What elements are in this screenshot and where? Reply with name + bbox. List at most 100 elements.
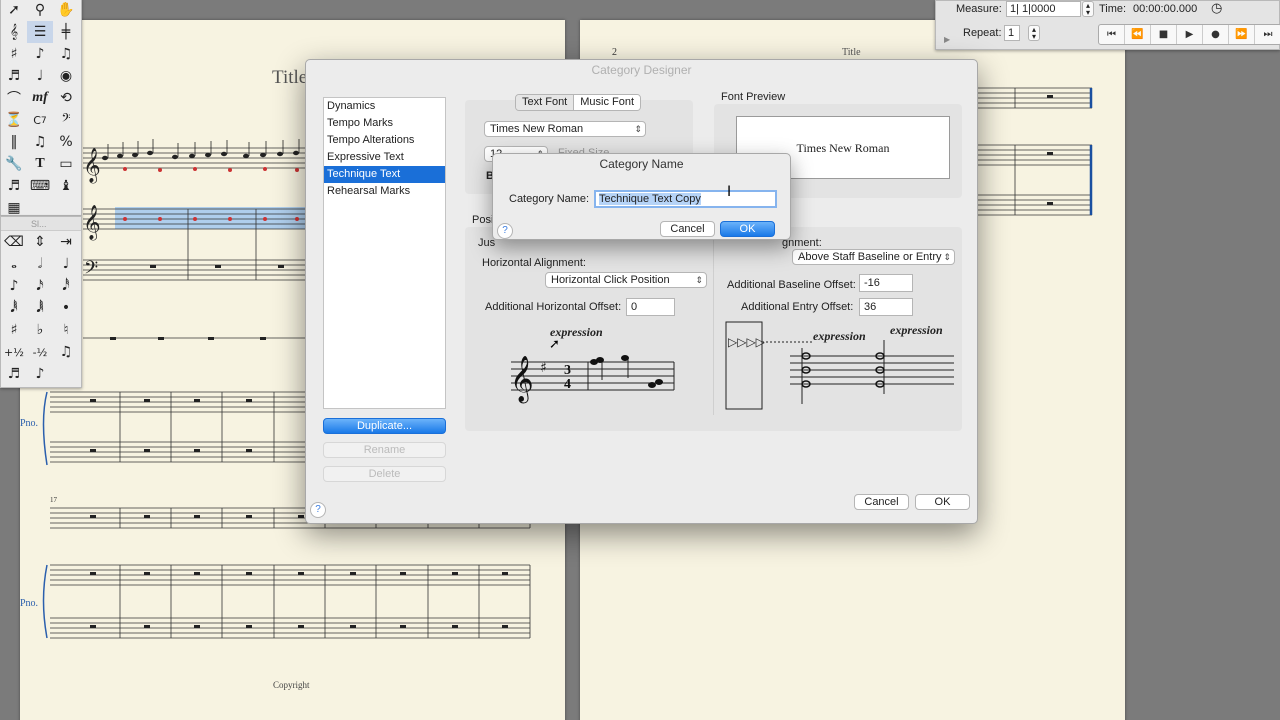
percent-tool-icon[interactable]: % [53,131,79,153]
chevron-updown-icon: ⇕ [695,275,703,285]
natural-icon[interactable]: ♮ [53,319,79,341]
grace-note-icon[interactable]: 𝅘𝅥𝅲 [27,297,53,319]
category-name-input[interactable]: Technique Text Copy [594,190,777,208]
vertical-alignment-value: Above Staff Baseline or Entry [798,251,942,263]
font-tabs: Text Font Music Font [515,94,642,111]
skip-icon[interactable]: ⇥ [53,231,79,253]
additional-entry-offset-field[interactable]: 36 [859,298,913,316]
fast-forward-icon[interactable]: ⏩ [1229,25,1255,44]
transport-buttons: ⏮ ⏪ ■ ▶ ● ⏩ ⏭ [1098,24,1280,45]
additional-entry-offset-label: Additional Entry Offset: [741,301,854,313]
hyperscribe-icon[interactable]: ♝ [53,175,79,197]
staff-lines [83,147,305,169]
expression-tool-icon[interactable]: mf [27,87,53,109]
category-item[interactable]: Dynamics [324,98,445,115]
horizontal-alignment-select[interactable]: Horizontal Click Position ⇕ [545,272,707,288]
arrow-cursor-icon: ➚ [549,337,560,352]
mass-edit-icon[interactable]: ♬ [1,175,27,197]
sixteenth-note-icon[interactable]: 𝅘𝅥𝅯 [27,275,53,297]
key-signature-icon[interactable]: ♯ [1,43,27,65]
measure-number: 17 [50,496,57,504]
category-item[interactable]: Expressive Text [324,149,445,166]
rename-button[interactable]: Rename [323,442,446,458]
category-item[interactable]: Tempo Marks [324,115,445,132]
whole-note-icon[interactable]: 𝅝 [1,253,27,275]
time-signature-icon[interactable]: ♪ [27,43,53,65]
half-note-icon[interactable]: 𝅗𝅥 [27,253,53,275]
sixty-fourth-note-icon[interactable]: 𝅘𝅥𝅱 [1,297,27,319]
text-tool-icon[interactable]: T [27,153,53,175]
delete-button[interactable]: Delete [323,466,446,482]
half-step-up-icon[interactable]: +½ [1,341,27,363]
flat-icon[interactable]: ♭ [27,319,53,341]
category-item-selected[interactable]: Technique Text [324,166,445,183]
stop-icon[interactable]: ■ [1151,25,1177,44]
chord-tool-icon[interactable]: C7 [27,109,53,131]
speedy-entry-icon[interactable]: ♬ [1,65,27,87]
tie-icon[interactable]: ♫ [53,341,79,363]
measure-tool-icon[interactable]: ╪ [53,21,79,43]
category-item[interactable]: Tempo Alterations [324,132,445,149]
measure-stepper[interactable]: ▴ ▾ [1082,1,1094,17]
clock-icon[interactable]: ◷ [1211,1,1222,16]
justification-label: Jus [478,237,496,249]
ok-button[interactable]: OK [915,494,970,510]
midi-tool-icon[interactable]: ⌨ [27,175,53,197]
simple-entry-icon[interactable]: ☰ [27,21,53,43]
category-item[interactable]: Rehearsal Marks [324,183,445,200]
thirty-second-note-icon[interactable]: 𝅘𝅥𝅰 [53,275,79,297]
page-layout-icon[interactable]: ▭ [53,153,79,175]
metronome-icon[interactable]: ⏳ [1,109,27,131]
arrow-updown-icon[interactable]: ⇕ [27,231,53,253]
chevron-updown-icon: ⇕ [943,252,951,262]
graphics-tool-icon[interactable]: ♫ [27,131,53,153]
hand-grabber-icon[interactable]: ✋ [53,0,79,21]
vertical-alignment-select[interactable]: Above Staff Baseline or Entry ⇕ [792,249,955,265]
measure-field[interactable]: 1| 1|0000 [1006,1,1081,17]
eighth-note-icon[interactable]: ♪ [1,275,27,297]
additional-horizontal-offset-field[interactable]: 0 [626,298,675,316]
tab-text-font[interactable]: Text Font [516,95,575,110]
mirror-tool-icon[interactable]: ‖ [1,131,27,153]
duplicate-button[interactable]: Duplicate... [323,418,446,434]
staff-tool-icon[interactable]: 𝄞 [1,21,27,43]
eraser-icon[interactable]: ⌫ [1,231,27,253]
additional-baseline-offset-label: Additional Baseline Offset: [727,279,856,291]
dot-icon[interactable]: • [53,297,79,319]
expand-arrow-icon[interactable]: ▶ [944,35,950,44]
record-icon[interactable]: ● [1203,25,1229,44]
additional-horizontal-offset-label: Additional Horizontal Offset: [485,301,622,313]
additional-baseline-offset-field[interactable]: -16 [859,274,913,292]
repeat-field[interactable]: 1 [1004,25,1020,41]
grace-icon[interactable]: ♪ [27,363,53,385]
half-step-down-icon[interactable]: -½ [27,341,53,363]
simple-entry-palette: Sl... ⌫ ⇕ ⇥ 𝅝 𝅗𝅥 ♩ ♪ 𝅘𝅥𝅯 𝅘𝅥𝅰 𝅘𝅥𝅱 𝅘𝅥𝅲 • ♯… [0,216,82,388]
tuplet-icon[interactable]: ♬ [1,363,27,385]
rewind-to-start-icon[interactable]: ⏮ [1099,25,1125,44]
cancel-button[interactable]: Cancel [854,494,909,510]
time-label: Time: [1099,3,1127,15]
help-button[interactable]: ? [310,502,326,518]
articulation-tool-icon[interactable]: ◉ [53,65,79,87]
sharp-icon[interactable]: ♯ [1,319,27,341]
page-number: 2 [612,47,617,58]
play-icon[interactable]: ▶ [1177,25,1203,44]
special-tools-icon[interactable]: 🔧 [1,153,27,175]
ok-button[interactable]: OK [720,221,775,237]
smart-shape-icon[interactable]: ⌒ [1,87,27,109]
skip-to-end-icon[interactable]: ⏭ [1255,25,1280,44]
font-name-select[interactable]: Times New Roman ⇕ [484,121,646,137]
repeat-tool-icon[interactable]: ⟲ [53,87,79,109]
selection-tool-icon[interactable]: ➚ [1,0,27,21]
lyrics-tool-icon[interactable]: 𝄢 [53,109,79,131]
tab-music-font[interactable]: Music Font [574,95,641,110]
clef-tool-icon[interactable]: ♫ [53,43,79,65]
zoom-tool-icon[interactable]: ⚲ [27,0,53,21]
svg-text:𝄞: 𝄞 [510,356,534,404]
help-button[interactable]: ? [497,223,513,239]
cancel-button[interactable]: Cancel [660,221,715,237]
repeat-stepper[interactable]: ▴ ▾ [1028,25,1040,41]
tuplet-tool-icon[interactable]: ♩ [27,65,53,87]
rewind-icon[interactable]: ⏪ [1125,25,1151,44]
quarter-note-icon[interactable]: ♩ [53,253,79,275]
